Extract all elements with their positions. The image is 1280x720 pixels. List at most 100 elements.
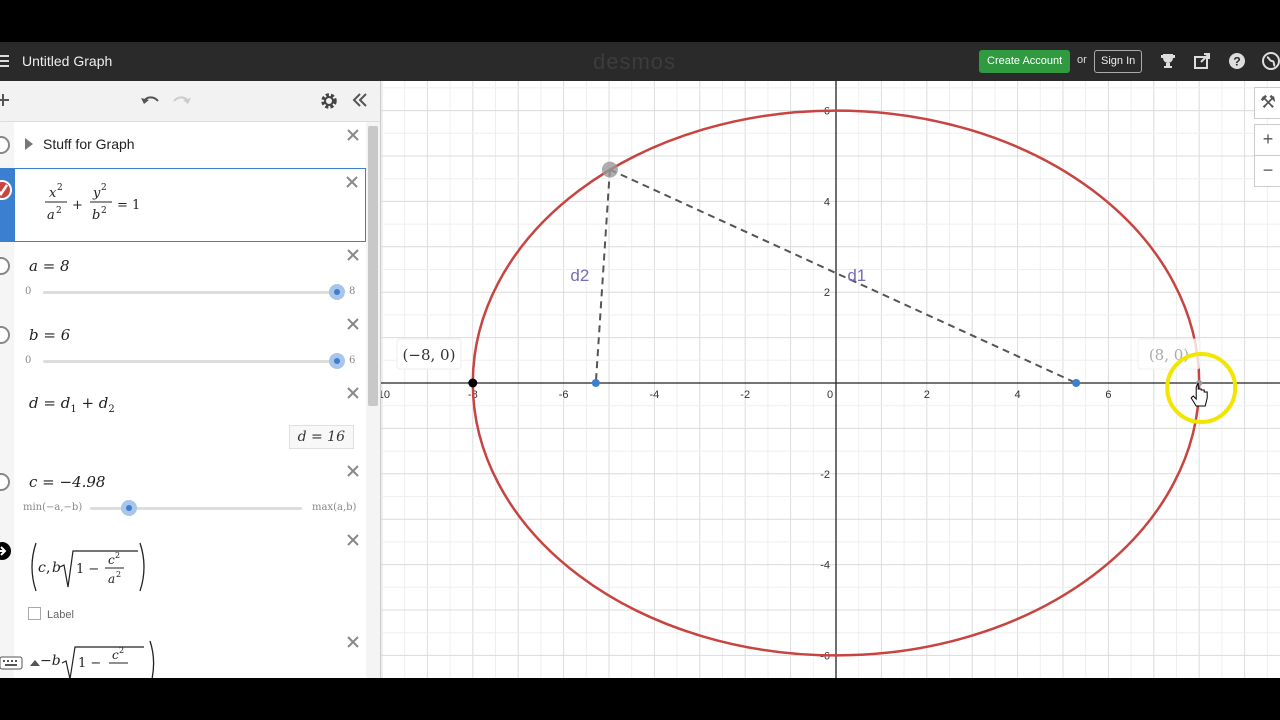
vertex-point xyxy=(468,378,478,388)
trophy-icon[interactable] xyxy=(1158,51,1178,71)
svg-text:2: 2 xyxy=(115,551,120,560)
gear-icon[interactable] xyxy=(320,92,338,110)
top-bar: Untitled Graph desmos Create Account or … xyxy=(0,42,1280,81)
help-icon[interactable]: ? xyxy=(1227,51,1247,71)
x-tick-label: -4 xyxy=(650,389,660,401)
svg-text:c: c xyxy=(38,560,46,576)
c-equation[interactable]: c = −4.98 xyxy=(29,473,105,491)
folder-expand-icon[interactable] xyxy=(24,137,34,151)
d-equation[interactable]: d = d1 + d2 xyxy=(29,394,115,415)
undo-icon[interactable] xyxy=(139,92,161,108)
create-account-button[interactable]: Create Account xyxy=(979,50,1071,73)
svg-text:2: 2 xyxy=(56,206,62,216)
collapse-icon[interactable] xyxy=(352,93,368,107)
point-on-ellipse xyxy=(601,161,618,178)
x-tick-label: 2 xyxy=(924,389,930,401)
expression-b-slider[interactable]: b = 6 0 6 xyxy=(0,311,366,381)
slider-max[interactable]: 8 xyxy=(349,286,355,297)
point-2-equation[interactable]: −b 1 − c2 xyxy=(26,639,166,678)
cursor-highlight xyxy=(1165,352,1238,424)
add-icon[interactable] xyxy=(0,93,10,107)
slider-min[interactable]: min(−a,−b) xyxy=(23,502,82,513)
expression-d[interactable]: d = d1 + d2 d = 16 xyxy=(0,380,366,459)
point-style-icon[interactable] xyxy=(0,541,12,561)
redo-icon[interactable] xyxy=(171,92,193,108)
keyboard-icon[interactable] xyxy=(0,654,44,672)
zoom-in-icon[interactable]: + xyxy=(1254,124,1280,156)
share-icon[interactable] xyxy=(1192,51,1212,71)
wrench-icon[interactable]: ⚒ xyxy=(1254,87,1280,119)
d2-subscript: 2 xyxy=(108,404,115,415)
label-text: Label xyxy=(47,609,74,621)
desmos-logo: desmos xyxy=(593,49,677,74)
point-equation[interactable]: c,b 1 − c2 a2 xyxy=(26,537,156,597)
zoom-out-icon[interactable]: − xyxy=(1254,155,1280,187)
svg-text:2: 2 xyxy=(101,183,107,193)
slider-knob[interactable] xyxy=(329,353,345,369)
slider-min[interactable]: 0 xyxy=(25,355,31,366)
gutter xyxy=(0,380,14,458)
focus-point xyxy=(1072,379,1081,387)
sign-in-button[interactable]: Sign In xyxy=(1094,50,1143,73)
expression-ellipse[interactable]: x2 a2 + y2 b2 = 1 xyxy=(14,168,366,242)
expression-panel: Stuff for Graph x2 a2 + y2 b2 = 1 a = 8 … xyxy=(0,81,381,678)
slider-knob[interactable] xyxy=(329,284,345,300)
svg-text:x: x xyxy=(49,186,57,201)
slider-min[interactable]: 0 xyxy=(25,286,31,297)
graph-title[interactable]: Untitled Graph xyxy=(22,53,112,69)
label-checkbox[interactable] xyxy=(28,607,41,620)
graph-canvas[interactable]: -10-8-6-4-20246810642-2-4-6d1d2(−8, 0)(8… xyxy=(381,81,1280,678)
globe-icon[interactable] xyxy=(1261,51,1280,71)
slider-max[interactable]: max(a,b) xyxy=(312,502,356,513)
svg-text:+: + xyxy=(72,198,83,213)
svg-text:2: 2 xyxy=(116,570,121,579)
svg-text:a: a xyxy=(108,572,115,586)
svg-text:c: c xyxy=(108,553,115,567)
delete-icon[interactable] xyxy=(346,128,360,142)
delete-icon[interactable] xyxy=(346,386,360,400)
expression-point[interactable]: c,b 1 − c2 a2 Label xyxy=(0,527,366,630)
d-result: d = 16 xyxy=(288,425,354,449)
expression-c-slider[interactable]: c = −4.98 min(−a,−b) max(a,b) xyxy=(0,458,366,528)
svg-text:c: c xyxy=(112,648,119,662)
x-tick-label: 4 xyxy=(1015,389,1021,401)
svg-text:2: 2 xyxy=(57,183,63,193)
y-tick-label: 4 xyxy=(824,196,830,208)
gutter xyxy=(0,311,14,380)
d1-label: d1 xyxy=(847,266,866,285)
color-toggle-icon[interactable] xyxy=(0,180,12,200)
folder-item[interactable]: Stuff for Graph xyxy=(0,122,366,169)
svg-text:1 −: 1 − xyxy=(78,656,101,671)
slider-knob[interactable] xyxy=(121,500,137,516)
delete-icon[interactable] xyxy=(346,635,360,649)
delete-icon[interactable] xyxy=(345,175,359,189)
delete-icon[interactable] xyxy=(346,464,360,478)
delete-icon[interactable] xyxy=(346,317,360,331)
svg-text:a: a xyxy=(47,208,55,223)
slider-track[interactable] xyxy=(43,360,338,363)
or-text: or xyxy=(1077,54,1087,66)
expression-a-slider[interactable]: a = 8 0 8 xyxy=(0,242,366,312)
slider-track[interactable] xyxy=(43,291,338,294)
label-checkbox-row[interactable]: Label xyxy=(28,607,74,621)
b-equation[interactable]: b = 6 xyxy=(29,326,70,344)
slider-max[interactable]: 6 xyxy=(349,355,355,366)
x-tick-label: -2 xyxy=(740,389,750,401)
menu-icon[interactable] xyxy=(0,53,10,69)
x-tick-label: -6 xyxy=(559,389,569,401)
folder-title[interactable]: Stuff for Graph xyxy=(43,136,135,152)
gutter xyxy=(0,242,14,311)
expression-point-2[interactable]: −b 1 − c2 xyxy=(0,629,366,678)
svg-text:b: b xyxy=(92,208,100,223)
desmos-app: Untitled Graph desmos Create Account or … xyxy=(0,42,1280,678)
svg-text:1 −: 1 − xyxy=(76,562,99,577)
x-tick-label: -10 xyxy=(381,389,390,401)
delete-icon[interactable] xyxy=(346,533,360,547)
d-plus: + d xyxy=(76,394,109,412)
a-equation[interactable]: a = 8 xyxy=(29,257,70,275)
ellipse-equation[interactable]: x2 a2 + y2 b2 = 1 xyxy=(29,177,169,233)
delete-icon[interactable] xyxy=(346,248,360,262)
y-tick-label: -2 xyxy=(820,469,830,481)
scrollbar[interactable] xyxy=(368,126,378,406)
d2-label: d2 xyxy=(570,266,589,285)
